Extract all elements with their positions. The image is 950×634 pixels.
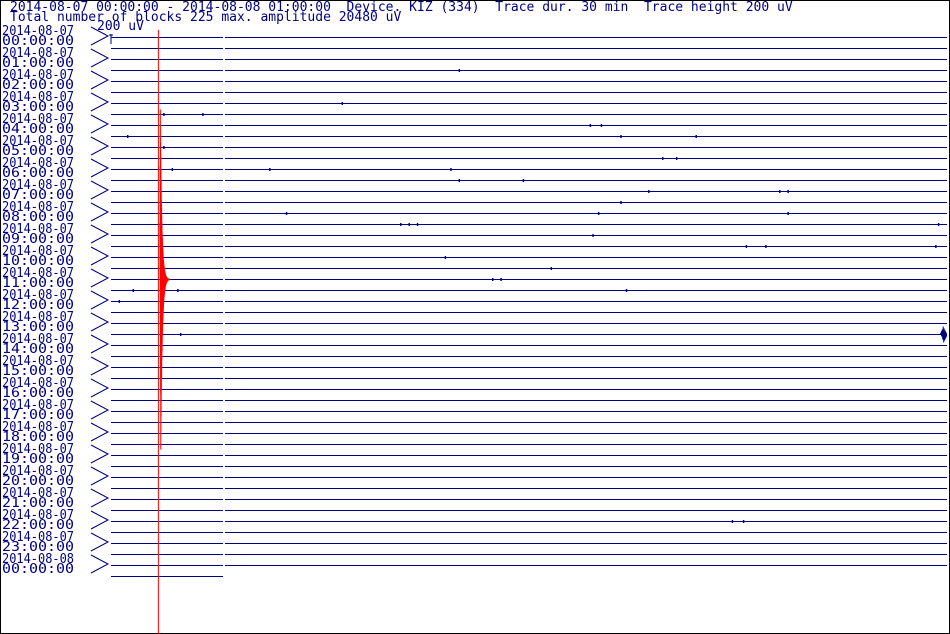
hour-label-time: 00:00:00	[2, 561, 74, 577]
hour-arrow	[90, 466, 110, 486]
hour-arrow	[90, 290, 110, 310]
burst-mark	[939, 326, 948, 343]
hour-arrow	[90, 26, 110, 46]
hour-arrow	[90, 246, 110, 266]
hour-arrow	[90, 554, 110, 574]
hour-arrow	[90, 48, 110, 68]
hour-arrow	[90, 422, 110, 442]
hour-arrow	[90, 378, 110, 398]
hour-arrow	[90, 268, 110, 288]
hour-arrow	[90, 224, 110, 244]
hour-arrow	[90, 70, 110, 90]
hour-arrow	[90, 488, 110, 508]
seismogram-plot: 2014-08-0700:00:002014-08-0701:00:002014…	[2, 23, 948, 634]
hour-arrow	[90, 510, 110, 530]
hour-arrow	[90, 532, 110, 552]
hour-arrow	[90, 92, 110, 112]
hour-arrow	[90, 312, 110, 332]
hour-arrow	[90, 202, 110, 222]
hour-arrow	[90, 114, 110, 134]
hour-arrow	[90, 334, 110, 354]
hour-arrow	[90, 356, 110, 376]
hour-arrow	[90, 158, 110, 178]
hour-arrow	[90, 400, 110, 420]
helicorder-canvas: 2014-08-07 00:00:00 - 2014-08-08 01:00:0…	[0, 0, 950, 634]
hour-arrow	[90, 444, 110, 464]
hour-arrow	[90, 180, 110, 200]
hour-arrow	[90, 136, 110, 156]
